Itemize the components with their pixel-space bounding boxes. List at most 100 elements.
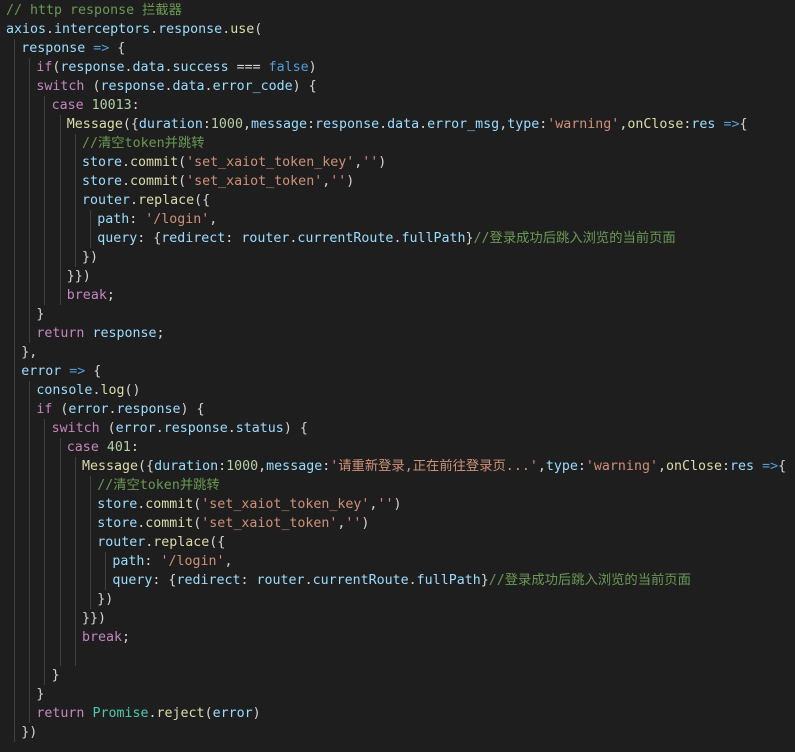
code-line[interactable]: router.replace({ [97, 533, 225, 552]
code-token: . [304, 572, 313, 588]
code-token: axios [6, 21, 47, 37]
code-line[interactable]: break; [67, 286, 115, 305]
code-line[interactable]: error => { [21, 362, 101, 381]
indent-guide [44, 456, 46, 476]
code-line[interactable]: // http response 拦截器 [6, 1, 182, 20]
indent-guide [14, 266, 15, 286]
code-token: : { [137, 230, 162, 246]
code-line[interactable]: Message({duration:1000,message:'请重新登录,正在… [82, 457, 786, 476]
code-line[interactable]: }}) [67, 267, 91, 286]
code-line[interactable]: }) [82, 248, 98, 267]
indent-guide [29, 589, 31, 609]
indent-guide [29, 570, 31, 590]
indent-guide [59, 608, 61, 628]
indent-guide [14, 133, 15, 153]
code-line[interactable]: response => { [21, 39, 125, 58]
code-token: '' [362, 154, 379, 170]
code-line[interactable]: return response; [36, 324, 164, 343]
code-token: => [723, 116, 740, 132]
code-token: commit [145, 515, 194, 531]
code-token: ( [99, 420, 116, 436]
code-line[interactable]: }}) [82, 609, 106, 628]
indent-guide [29, 380, 31, 400]
code-token: : [307, 116, 316, 132]
code-token: ) [308, 59, 317, 75]
code-line[interactable]: break; [82, 628, 130, 647]
indent-guide [74, 456, 76, 476]
indent-guide [14, 722, 15, 742]
indent-guide [29, 475, 31, 495]
code-token: Message [82, 458, 139, 474]
code-line[interactable]: query: {redirect: router.currentRoute.fu… [112, 571, 691, 590]
code-line[interactable]: query: {redirect: router.currentRoute.fu… [97, 229, 676, 248]
indent-guide [59, 589, 61, 609]
code-line[interactable]: } [36, 305, 44, 324]
code-token: false [268, 59, 309, 75]
code-token: Promise [92, 705, 149, 721]
code-line[interactable]: } [36, 685, 44, 704]
code-token: { [85, 363, 102, 379]
indent-guide [90, 228, 91, 248]
code-line[interactable]: console.log() [36, 381, 140, 400]
code-line[interactable]: case 10013: [52, 96, 140, 115]
code-token: . [222, 21, 231, 37]
code-token: response [315, 116, 380, 132]
indent-guide [44, 171, 46, 191]
indent-guide [14, 76, 15, 96]
code-line[interactable]: Message({duration:1000,message:response.… [67, 115, 748, 134]
code-token: ) { [292, 78, 317, 94]
code-line[interactable]: if(response.data.success === false) [36, 58, 316, 77]
code-token: '请重新登录,正在前往登录页...' [330, 458, 538, 474]
indent-guide [14, 323, 15, 343]
code-line[interactable]: //清空token并跳转 [82, 134, 205, 153]
code-line[interactable]: store.commit('set_xaiot_token','') [82, 172, 354, 191]
code-line[interactable]: router.replace({ [82, 191, 210, 210]
code-line[interactable]: }) [21, 723, 37, 742]
code-line[interactable]: store.commit('set_xaiot_token_key','') [97, 495, 401, 514]
code-line[interactable]: }) [97, 590, 113, 609]
indent-guide [59, 627, 61, 647]
code-editor[interactable]: // http response 拦截器 axios.interceptors.r… [0, 0, 795, 752]
indent-guide [44, 418, 46, 438]
code-token: ) [361, 515, 370, 531]
code-line[interactable]: } [52, 666, 60, 685]
indent-guide [74, 646, 76, 666]
indent-guide [29, 437, 31, 457]
indent-guide [90, 551, 91, 571]
code-line[interactable]: store.commit('set_xaiot_token','') [97, 514, 369, 533]
code-token: : [722, 458, 731, 474]
code-line[interactable]: case 401: [67, 438, 139, 457]
code-line[interactable]: return Promise.reject(error) [36, 704, 260, 723]
indent-guide [14, 570, 15, 590]
code-token: error [212, 705, 253, 721]
indent-guide [44, 190, 46, 210]
code-token: replace [153, 534, 210, 550]
code-token: success [172, 59, 229, 75]
code-line[interactable]: path: '/login', [97, 210, 217, 229]
indent-guide [14, 703, 15, 723]
indent-guide [29, 190, 31, 210]
indent-guide [29, 418, 31, 438]
code-line[interactable]: }, [21, 343, 37, 362]
code-token: , [242, 116, 251, 132]
code-token: }}) [82, 610, 107, 626]
code-line[interactable]: if (error.response) { [36, 400, 204, 419]
indent-guide [14, 342, 15, 362]
code-token: reject [156, 705, 205, 721]
indent-guide [59, 266, 61, 286]
code-token: fullPath [416, 572, 481, 588]
indent-guide [44, 646, 46, 666]
code-line[interactable]: switch (error.response.status) { [52, 419, 308, 438]
indent-guide [90, 513, 91, 533]
code-line[interactable]: switch (response.data.error_code) { [36, 77, 316, 96]
indent-guide [59, 285, 61, 305]
code-line[interactable]: path: '/login', [112, 552, 232, 571]
code-token: ({ [138, 458, 155, 474]
code-line[interactable]: //清空token并跳转 [97, 476, 220, 495]
indent-guide [74, 228, 76, 248]
code-token: query [97, 230, 138, 246]
code-line[interactable]: axios.interceptors.response.use( [6, 20, 262, 39]
code-token: { [109, 40, 126, 56]
code-line[interactable]: store.commit('set_xaiot_token_key','') [82, 153, 386, 172]
code-token: . [148, 705, 157, 721]
